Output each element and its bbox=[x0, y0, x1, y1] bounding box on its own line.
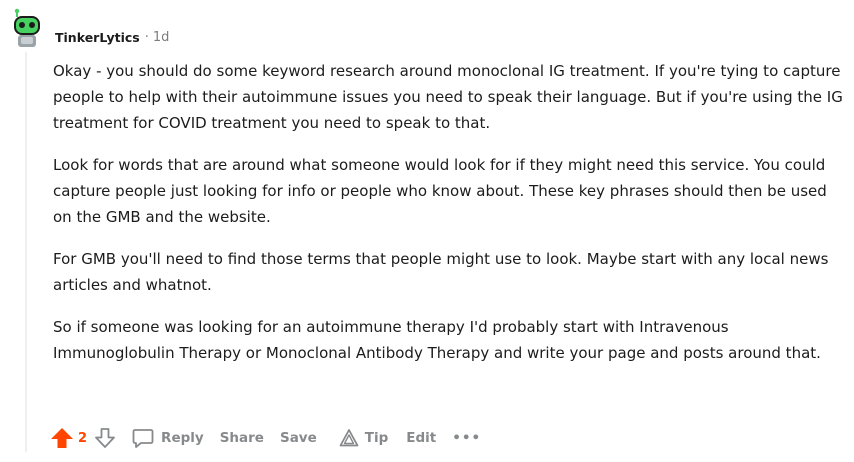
comment-paragraph: For GMB you'll need to find those terms … bbox=[53, 250, 829, 294]
avatar-icon bbox=[14, 8, 40, 47]
more-dots-icon: ••• bbox=[452, 430, 482, 446]
downvote-arrow-icon bbox=[95, 428, 115, 448]
comment-age[interactable]: 1d bbox=[153, 30, 170, 45]
comment-paragraph: Okay - you should do some keyword resear… bbox=[53, 62, 843, 132]
vote-score: 2 bbox=[78, 430, 88, 446]
more-options-button[interactable]: ••• bbox=[452, 430, 481, 446]
edit-label: Edit bbox=[406, 430, 437, 446]
downvote-button[interactable] bbox=[93, 426, 117, 450]
share-button[interactable]: Share bbox=[220, 430, 264, 446]
header-separator: · bbox=[144, 29, 149, 45]
tip-button[interactable]: Tip bbox=[339, 428, 389, 448]
comment-bubble-icon bbox=[132, 429, 154, 448]
edit-button[interactable]: Edit bbox=[406, 430, 436, 446]
comment-header: TinkerLytics · 1d bbox=[55, 27, 169, 47]
upvote-arrow-icon bbox=[51, 428, 73, 448]
comment-body: Okay - you should do some keyword resear… bbox=[53, 58, 843, 382]
reply-label: Reply bbox=[161, 430, 204, 446]
tip-triangle-icon bbox=[339, 429, 359, 447]
comment: TinkerLytics · 1d Okay - you should do s… bbox=[0, 0, 854, 462]
comment-actions: 2 Reply Share Save Tip Edit ••• bbox=[50, 424, 481, 452]
save-button[interactable]: Save bbox=[280, 430, 317, 446]
reply-button[interactable]: Reply bbox=[131, 426, 204, 450]
thread-line[interactable] bbox=[25, 52, 27, 452]
tip-label: Tip bbox=[364, 430, 389, 446]
comment-paragraph: Look for words that are around what some… bbox=[53, 156, 827, 226]
comment-paragraph: So if someone was looking for an autoimm… bbox=[53, 318, 821, 362]
save-label: Save bbox=[279, 430, 317, 446]
upvote-button[interactable] bbox=[50, 426, 74, 450]
share-label: Share bbox=[219, 430, 264, 446]
author-name[interactable]: TinkerLytics bbox=[55, 30, 140, 45]
avatar[interactable] bbox=[6, 8, 46, 48]
